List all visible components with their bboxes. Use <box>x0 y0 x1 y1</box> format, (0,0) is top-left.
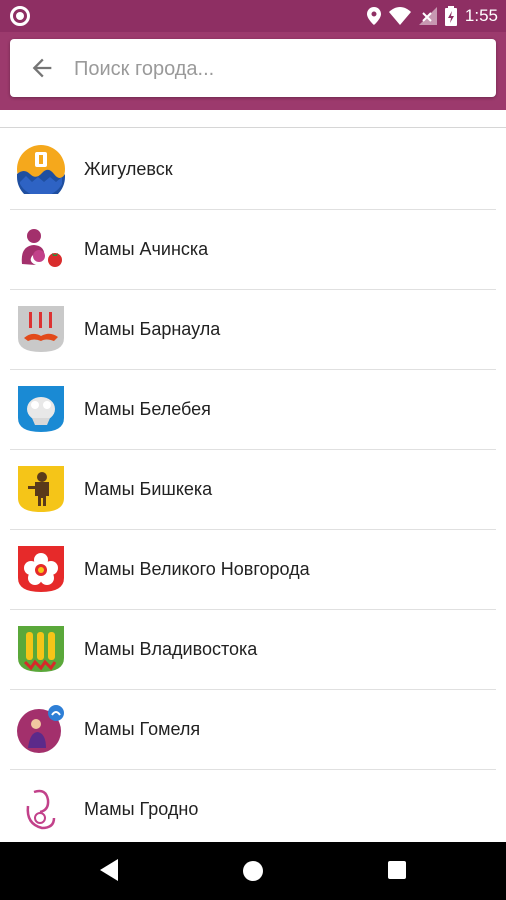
wifi-icon <box>388 7 411 25</box>
city-label: Мамы Гродно <box>84 799 199 819</box>
city-search-input[interactable] <box>72 49 486 89</box>
city-item-grodno[interactable]: Мамы Гродно <box>10 770 496 850</box>
city-label: Мамы Ачинска <box>84 239 209 259</box>
back-arrow-icon[interactable] <box>28 54 56 82</box>
city-item-barnaul[interactable]: Мамы Барнаула <box>10 290 496 370</box>
belebey-emblem-icon <box>18 386 64 432</box>
city-label: Мамы Белебея <box>84 399 211 419</box>
city-item-gomel[interactable]: Мамы Гомеля <box>10 690 496 770</box>
city-item-veliky-novgorod[interactable]: Мамы Великого Новгорода <box>10 530 496 610</box>
battery-icon <box>444 6 457 26</box>
status-bar: 1:55 <box>0 0 506 32</box>
nav-home-icon[interactable] <box>243 861 263 881</box>
city-item-bishkek[interactable]: Мамы Бишкека <box>10 450 496 530</box>
status-icons: 1:55 <box>366 0 498 32</box>
notification-icon <box>10 6 30 26</box>
barnaul-emblem-icon <box>18 306 64 352</box>
nav-recents-icon[interactable] <box>388 861 406 879</box>
mother-child-logo-icon <box>21 229 62 267</box>
city-label: Мамы Барнаула <box>84 319 221 339</box>
city-list: Жигулевск Мамы Ачинска Мамы Барнаула Мам… <box>0 130 506 850</box>
city-item-achinsk[interactable]: Мамы Ачинска <box>10 210 496 290</box>
nav-back-icon[interactable] <box>100 859 120 881</box>
no-signal-icon <box>418 7 437 25</box>
rose-emblem-icon <box>18 546 64 592</box>
mother-outline-logo-icon <box>26 789 56 830</box>
city-label: Мамы Гомеля <box>84 719 201 739</box>
zhigulevsk-emblem-icon <box>17 145 65 194</box>
status-time: 1:55 <box>464 6 498 25</box>
city-label: Жигулевск <box>84 159 173 179</box>
city-label: Мамы Владивостока <box>84 639 258 659</box>
city-item-vladivostok[interactable]: Мамы Владивостока <box>10 610 496 690</box>
wheat-emblem-icon <box>18 626 64 672</box>
gomel-mother-logo-icon <box>17 705 64 753</box>
location-icon <box>366 7 381 25</box>
city-label: Мамы Великого Новгорода <box>84 559 310 579</box>
city-item-belebey[interactable]: Мамы Белебея <box>10 370 496 450</box>
app-header <box>0 32 506 110</box>
search-bar <box>10 39 496 97</box>
city-label: Мамы Бишкека <box>84 479 213 499</box>
system-nav-bar <box>0 842 506 900</box>
bear-emblem-icon <box>18 466 64 512</box>
city-item-zhigulevsk[interactable]: Жигулевск <box>10 130 496 210</box>
list-divider <box>0 127 506 128</box>
